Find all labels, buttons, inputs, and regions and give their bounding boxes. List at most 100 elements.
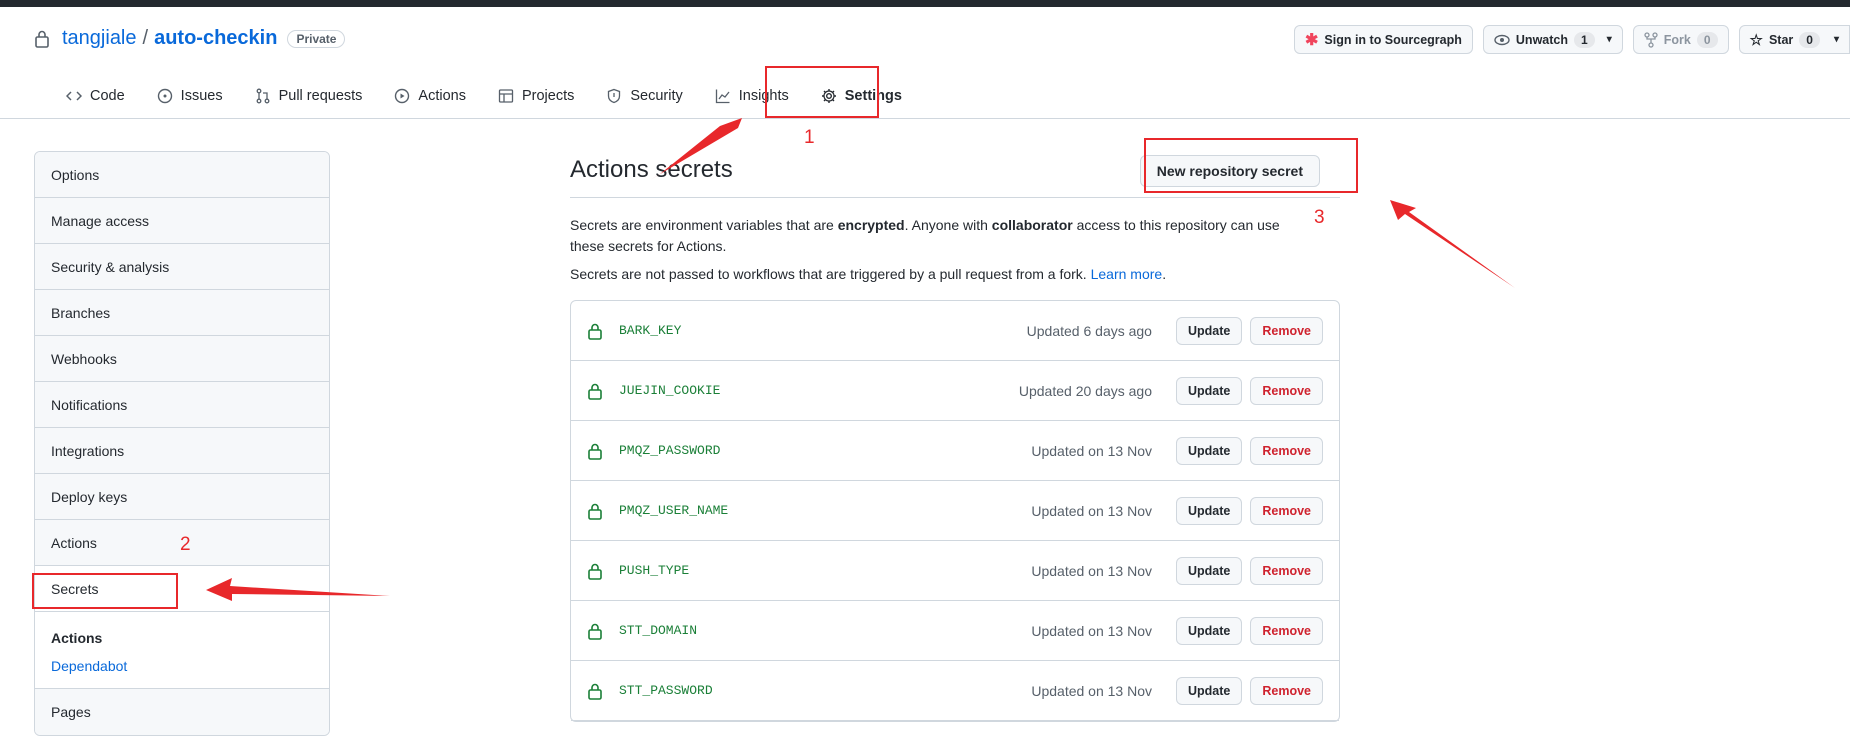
- sidebar-link-dependabot[interactable]: Dependabot: [51, 658, 313, 674]
- secret-name: PMQZ_PASSWORD: [619, 443, 721, 458]
- sidebar-item-security-analysis[interactable]: Security & analysis: [35, 244, 329, 290]
- learn-more-link[interactable]: Learn more: [1091, 266, 1163, 282]
- sidebar-item-pages[interactable]: Pages: [35, 689, 329, 735]
- update-secret-button[interactable]: Update: [1175, 376, 1243, 405]
- repo-name-link[interactable]: auto-checkin: [154, 27, 277, 50]
- repo-header: tangjiale / auto-checkin Private ✱ Sign …: [0, 7, 1850, 119]
- sidebar-item-label: Security & analysis: [51, 258, 170, 275]
- secrets-list: BARK_KEY Updated 6 days ago Update Remove JU…: [570, 300, 1340, 722]
- lock-icon: [588, 623, 602, 640]
- caret-down-icon: ▾: [1606, 34, 1612, 45]
- lock-icon: [588, 323, 602, 340]
- remove-secret-button[interactable]: Remove: [1250, 436, 1323, 465]
- repo-actions: ✱ Sign in to Sourcegraph Unwatch 1 ▾ For…: [1293, 25, 1850, 54]
- secret-updated: Updated on 13 Nov: [1031, 502, 1152, 519]
- secret-name: PUSH_TYPE: [619, 563, 690, 578]
- watch-label: Unwatch: [1515, 32, 1568, 47]
- play-icon: [395, 88, 410, 104]
- secret-row: STT_PASSWORD Updated on 13 Nov Update Remov…: [571, 661, 1339, 721]
- update-secret-button[interactable]: Update: [1175, 496, 1243, 525]
- watch-count: 1: [1574, 31, 1595, 48]
- lock-icon: [588, 563, 602, 580]
- secret-row: PMQZ_PASSWORD Updated on 13 Nov Update Remo…: [571, 421, 1339, 481]
- secret-row: STT_DOMAIN Updated on 13 Nov Update Remove: [571, 601, 1339, 661]
- remove-secret-button[interactable]: Remove: [1250, 556, 1323, 585]
- star-label: Star: [1768, 32, 1794, 47]
- sourcegraph-icon: ✱: [1304, 31, 1319, 49]
- repo-title: tangjiale / auto-checkin Private: [34, 27, 346, 50]
- annotation-number-3: 3: [1314, 207, 1325, 228]
- update-secret-button[interactable]: Update: [1175, 676, 1243, 705]
- code-icon: [66, 91, 82, 101]
- secret-row: JUEJIN_COOKIE Updated 20 days ago Update Re…: [571, 361, 1339, 421]
- tab-pull-requests-label: Pull requests: [278, 88, 363, 104]
- sidebar-item-label: Pages: [51, 704, 91, 720]
- tab-security[interactable]: Security: [590, 78, 698, 114]
- star-count: 0: [1799, 31, 1820, 48]
- update-secret-button[interactable]: Update: [1175, 436, 1243, 465]
- tab-projects-label: Projects: [521, 88, 575, 104]
- sourcegraph-button[interactable]: ✱ Sign in to Sourcegraph: [1293, 25, 1473, 54]
- fork-note-text: Secrets are not passed to workflows that…: [570, 266, 1091, 282]
- annotation-arrow-3: [1390, 200, 1515, 288]
- remove-secret-button[interactable]: Remove: [1250, 496, 1323, 525]
- eye-icon: [1494, 34, 1510, 45]
- update-secret-button[interactable]: Update: [1175, 556, 1243, 585]
- sidebar-item-deploy-keys[interactable]: Deploy keys: [35, 474, 329, 520]
- fork-button[interactable]: Fork 0: [1632, 25, 1729, 54]
- sidebar-item-notifications[interactable]: Notifications: [35, 382, 329, 428]
- lock-icon: [588, 683, 602, 700]
- secret-updated: Updated on 13 Nov: [1031, 562, 1152, 579]
- lock-icon: [35, 30, 49, 48]
- sidebar-group-heading: Actions: [51, 630, 103, 646]
- annotation-number-1: 1: [804, 127, 815, 148]
- issue-icon: [157, 88, 172, 104]
- sidebar-item-manage-access[interactable]: Manage access: [35, 198, 329, 244]
- tab-code[interactable]: Code: [50, 78, 141, 114]
- tab-code-label: Code: [90, 88, 125, 104]
- remove-secret-button[interactable]: Remove: [1250, 616, 1323, 645]
- fork-note-period: .: [1162, 266, 1167, 282]
- sidebar-item-options[interactable]: Options: [35, 152, 329, 198]
- remove-secret-button[interactable]: Remove: [1250, 316, 1323, 345]
- sidebar-item-label: Notifications: [51, 396, 128, 413]
- remove-secret-button[interactable]: Remove: [1250, 676, 1323, 705]
- caret-down-icon: ▾: [1833, 34, 1839, 45]
- sidebar-item-integrations[interactable]: Integrations: [35, 428, 329, 474]
- update-secret-button[interactable]: Update: [1175, 616, 1243, 645]
- sidebar-item-label: Webhooks: [51, 350, 117, 367]
- secret-name: JUEJIN_COOKIE: [619, 383, 721, 398]
- watch-button[interactable]: Unwatch 1 ▾: [1482, 25, 1623, 54]
- fork-label: Fork: [1663, 32, 1691, 47]
- settings-sidebar: Options Manage access Security & analysi…: [34, 151, 330, 736]
- top-nav-bar: [0, 0, 1850, 7]
- graph-icon: [715, 89, 730, 104]
- lock-icon: [588, 503, 602, 520]
- secret-updated: Updated 20 days ago: [1018, 382, 1152, 399]
- sidebar-item-branches[interactable]: Branches: [35, 290, 329, 336]
- tab-actions[interactable]: Actions: [378, 78, 482, 114]
- annotation-box-new-secret: [1144, 138, 1358, 193]
- update-secret-button[interactable]: Update: [1175, 316, 1243, 345]
- desc-text: Secrets are environment variables that a…: [570, 217, 838, 233]
- sidebar-item-label: Branches: [51, 304, 111, 321]
- sidebar-item-webhooks[interactable]: Webhooks: [35, 336, 329, 382]
- tab-pull-requests[interactable]: Pull requests: [239, 78, 379, 114]
- tab-security-label: Security: [630, 88, 683, 104]
- tab-issues[interactable]: Issues: [141, 78, 239, 114]
- repo-owner-link[interactable]: tangjiale: [62, 27, 137, 50]
- sourcegraph-label: Sign in to Sourcegraph: [1324, 32, 1462, 47]
- remove-secret-button[interactable]: Remove: [1250, 376, 1323, 405]
- sidebar-item-label: Deploy keys: [51, 488, 128, 505]
- desc-bold: encrypted: [837, 217, 905, 233]
- annotation-number-2: 2: [180, 534, 191, 555]
- tab-projects[interactable]: Projects: [482, 78, 590, 114]
- lock-icon: [588, 383, 602, 400]
- secrets-description: Secrets are environment variables that a…: [570, 215, 1315, 257]
- secret-name: STT_DOMAIN: [619, 623, 698, 638]
- lock-icon: [588, 443, 602, 460]
- secret-updated: Updated on 13 Nov: [1031, 442, 1152, 459]
- desc-bold: collaborator: [991, 217, 1073, 233]
- star-button[interactable]: ☆ Star 0 ▾: [1738, 25, 1850, 54]
- table-icon: [498, 89, 514, 103]
